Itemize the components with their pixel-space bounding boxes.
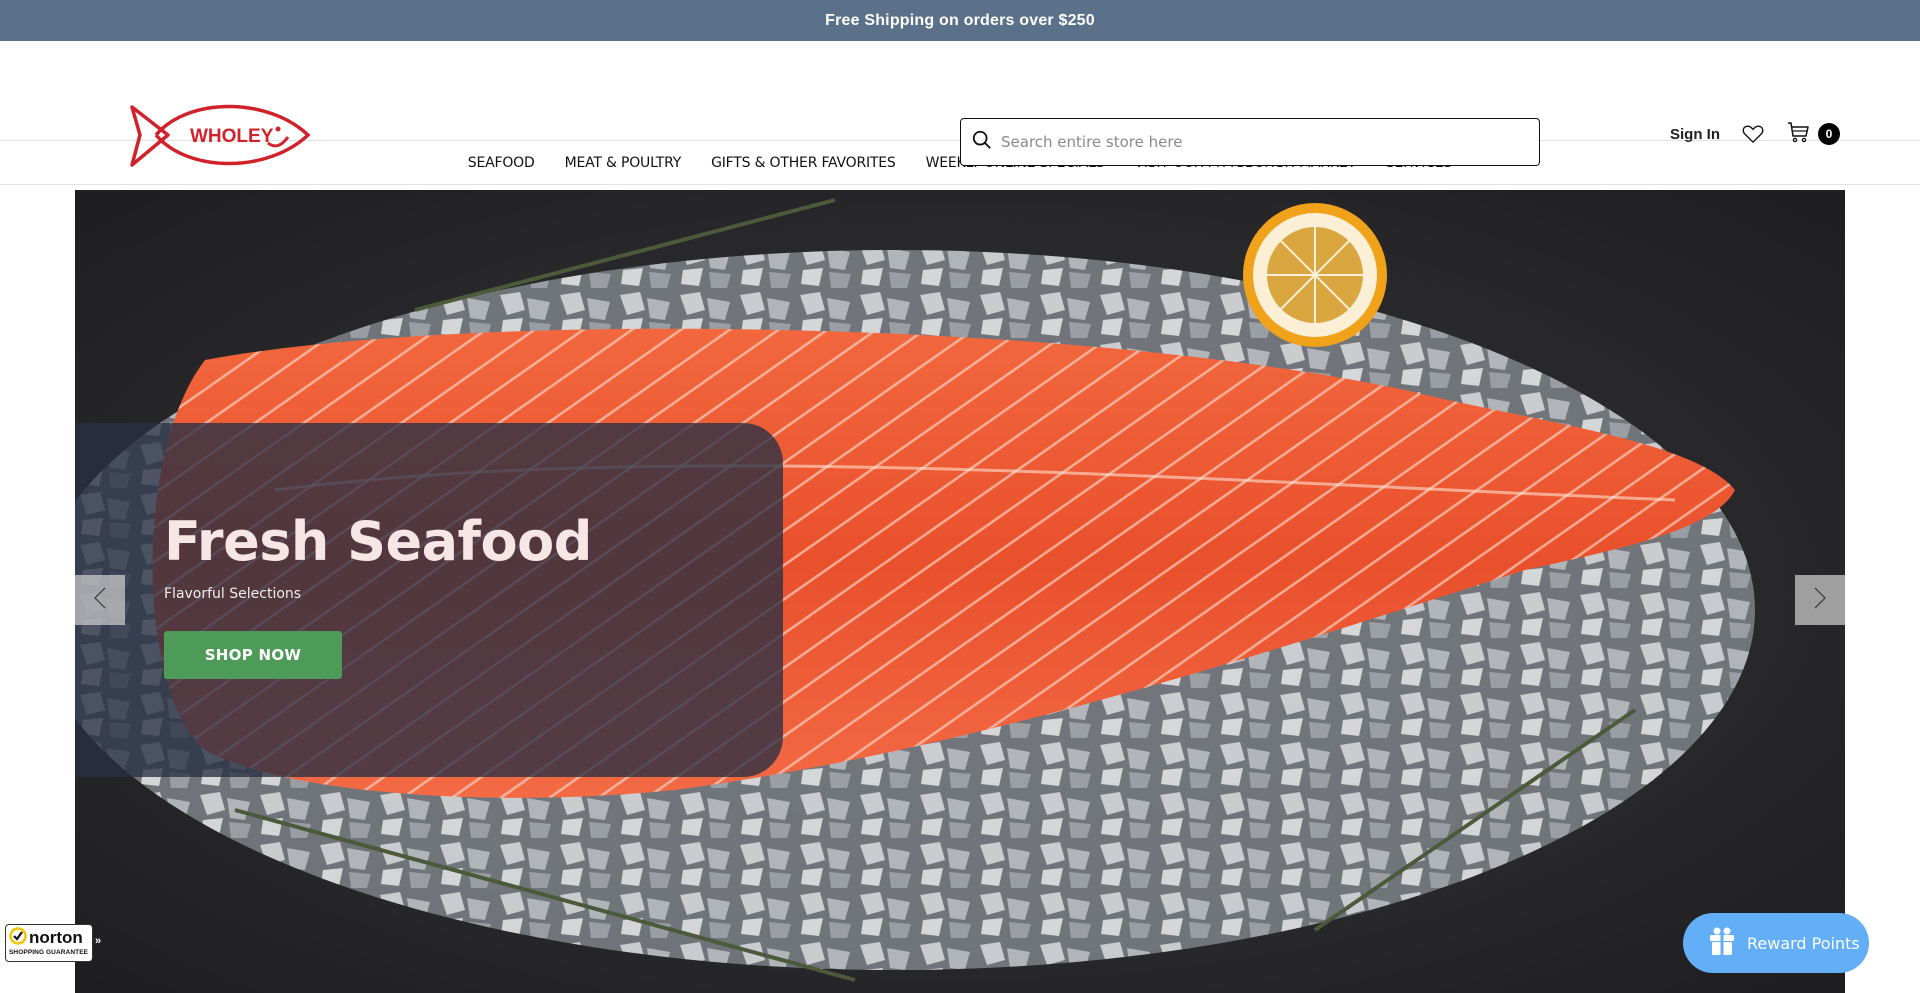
wholey-logo[interactable]: WHOLEY — [128, 101, 312, 169]
norton-seal[interactable]: norton SHOPPING GUARANTEE — [5, 924, 93, 962]
chevron-left-icon — [93, 586, 107, 615]
slider-next-button[interactable] — [1795, 575, 1845, 625]
cart-button[interactable]: 0 — [1786, 120, 1840, 149]
search-icon[interactable] — [971, 129, 993, 156]
promo-bar: Free Shipping on orders over $250 — [0, 0, 1920, 41]
search-box[interactable] — [960, 118, 1540, 166]
header-actions: Sign In 0 — [1670, 121, 1840, 147]
norton-check-icon — [9, 927, 27, 949]
sign-in-link[interactable]: Sign In — [1670, 126, 1720, 143]
nav-item-meat-poultry[interactable]: MEAT & POULTRY — [550, 155, 697, 171]
nav-item-seafood[interactable]: SEAFOOD — [453, 155, 550, 171]
promo-text: Free Shipping on orders over $250 — [825, 11, 1095, 29]
slider-prev-button[interactable] — [75, 575, 125, 625]
norton-expand-icon[interactable]: » — [95, 935, 101, 947]
cart-count-badge: 0 — [1818, 123, 1840, 145]
hero-slider: Fresh Seafood Flavorful Selections SHOP … — [75, 190, 1845, 993]
hero-title: Fresh Seafood — [164, 510, 592, 573]
reward-points-button[interactable]: Reward Points — [1683, 913, 1869, 973]
cart-icon — [1786, 120, 1810, 149]
hero-subtitle: Flavorful Selections — [164, 586, 302, 602]
norton-brand: norton — [29, 928, 83, 947]
norton-tagline: SHOPPING GUARANTEE — [9, 949, 89, 956]
gift-icon — [1709, 926, 1735, 960]
wishlist-heart-icon[interactable] — [1742, 124, 1764, 144]
reward-points-label: Reward Points — [1747, 933, 1860, 953]
shop-now-button[interactable]: SHOP NOW — [164, 631, 342, 679]
site-header: WHOLEY Sign In 0 — [0, 41, 1920, 167]
nav-item-gifts[interactable]: GIFTS & OTHER FAVORITES — [696, 155, 911, 171]
logo-text: WHOLEY — [190, 126, 274, 147]
chevron-right-icon — [1813, 586, 1827, 615]
search-input[interactable] — [1001, 133, 1521, 151]
